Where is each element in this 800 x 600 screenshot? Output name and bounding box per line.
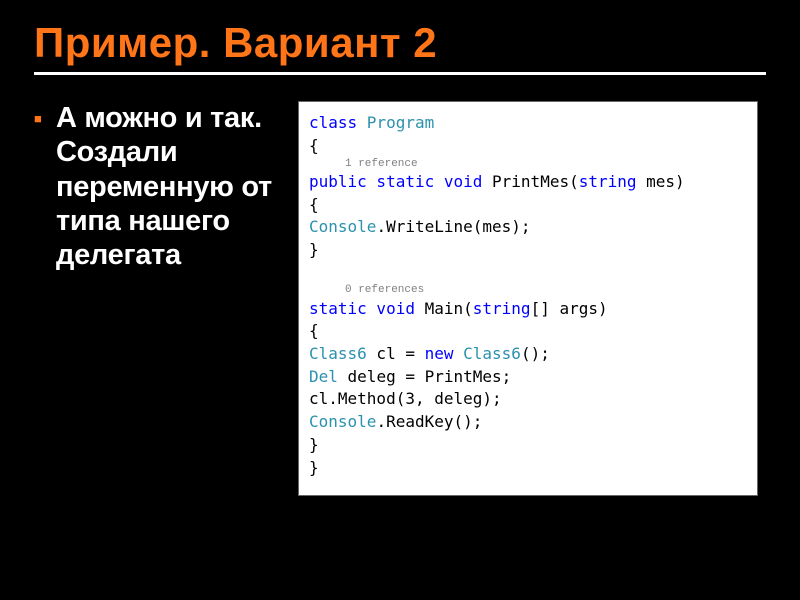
- slide-title: Пример. Вариант 2: [34, 20, 766, 66]
- slide: Пример. Вариант 2 А можно и так. Создали…: [0, 0, 800, 600]
- code-line: Del deleg = PrintMes;: [309, 366, 747, 389]
- blank-line: [309, 262, 747, 285]
- code-line: {: [309, 194, 747, 217]
- code-line: class Program: [309, 112, 747, 135]
- code-line: }: [309, 457, 747, 480]
- codelens-reference: 0 references: [345, 284, 747, 297]
- code-example-box: class Program { 1 reference public stati…: [298, 101, 758, 496]
- code-line: }: [309, 239, 747, 262]
- title-underline: [34, 72, 766, 75]
- slide-body: А можно и так. Создали переменную от тип…: [34, 101, 766, 496]
- code-line: Console.ReadKey();: [309, 411, 747, 434]
- code-line: }: [309, 434, 747, 457]
- bullet-list: А можно и так. Создали переменную от тип…: [34, 101, 274, 272]
- codelens-reference: 1 reference: [345, 158, 747, 171]
- code-line: static void Main(string[] args): [309, 298, 747, 321]
- code-line: {: [309, 135, 747, 158]
- code-line: Class6 cl = new Class6();: [309, 343, 747, 366]
- code-line: {: [309, 320, 747, 343]
- slide-text-column: А можно и так. Создали переменную от тип…: [34, 101, 274, 496]
- bullet-item: А можно и так. Создали переменную от тип…: [56, 101, 274, 272]
- code-line: public static void PrintMes(string mes): [309, 171, 747, 194]
- code-line: Console.WriteLine(mes);: [309, 216, 747, 239]
- code-line: cl.Method(3, deleg);: [309, 388, 747, 411]
